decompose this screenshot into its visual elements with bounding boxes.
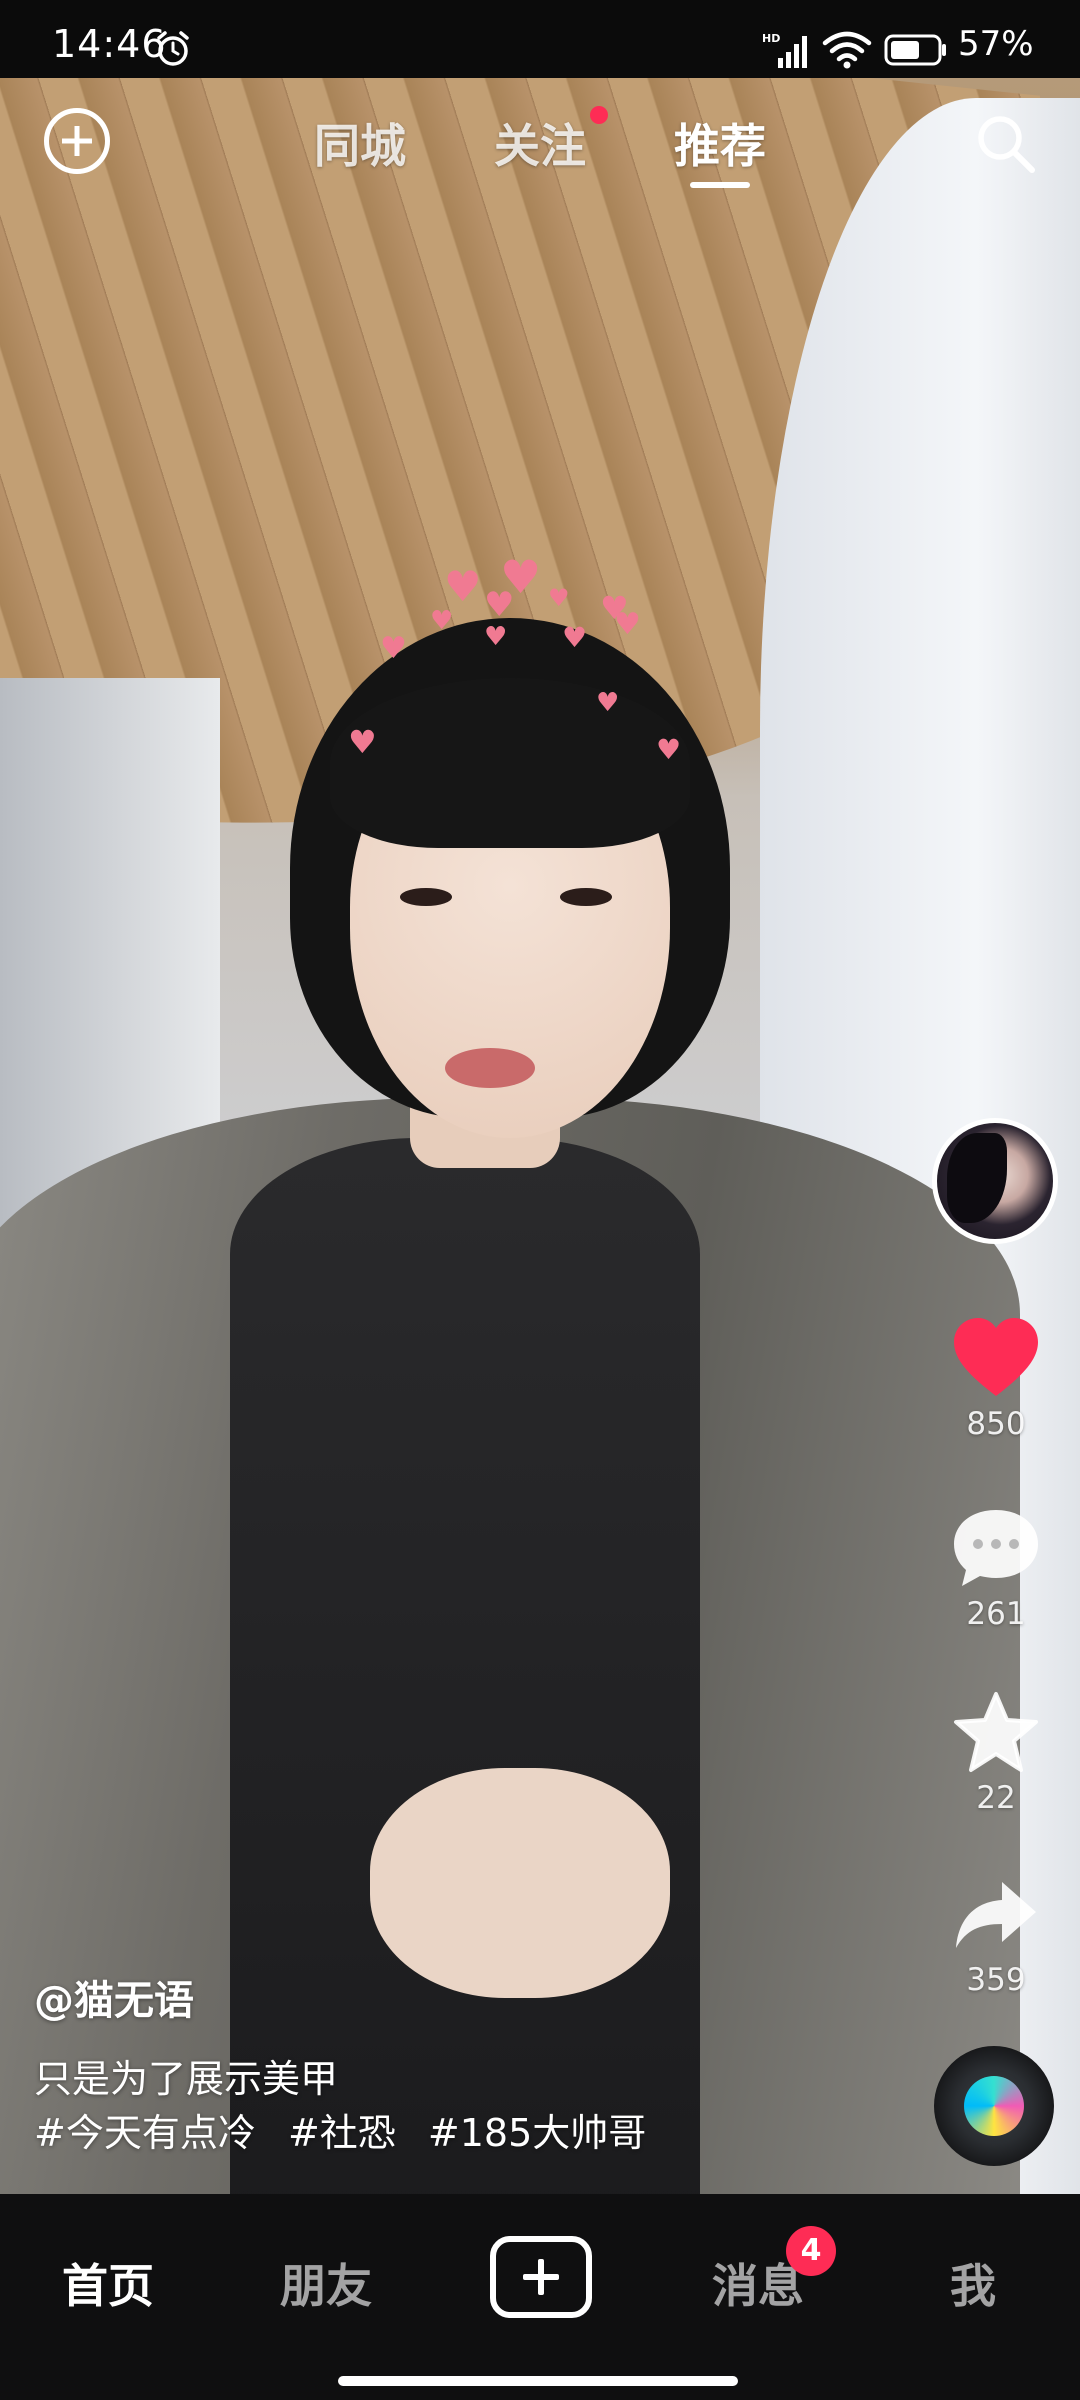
heart-filter-icon: ♥ [548,584,570,612]
video-person-bangs [330,678,690,848]
wifi-icon [822,31,872,69]
heart-filter-icon: ♥ [444,562,482,611]
heart-filter-icon: ♥ [596,688,620,718]
heart-icon [954,1318,1038,1396]
battery-icon [884,34,946,66]
tab-recommended[interactable]: 推荐 [674,110,766,176]
avatar-hair [947,1133,1007,1223]
share-count: 359 [966,1962,1026,1998]
svg-text:HD: HD [762,32,780,45]
heart-filter-icon: ♥ [484,622,508,652]
following-notification-dot [590,106,608,124]
add-live-button[interactable] [44,108,110,174]
video-description: 只是为了展示美甲 [34,2057,339,2101]
author-handle[interactable]: @猫无语 [34,1968,894,2026]
hashtag[interactable]: #185大帅哥 [428,2111,646,2155]
battery-percent: 57% [958,24,1034,64]
heart-filter-icon: ♥ [430,606,454,636]
share-arrow-icon [956,1882,1036,1948]
music-disc[interactable] [934,2046,1054,2166]
video-person-hand [370,1768,670,1998]
status-time: 14:46 [52,22,167,66]
comment-count: 261 [966,1596,1026,1632]
like-count: 850 [966,1406,1026,1442]
create-post-button[interactable] [490,2236,592,2318]
heart-filter-icon: ♥ [656,733,682,766]
star-icon [954,1692,1038,1772]
nav-friends[interactable]: 朋友 [280,2250,372,2316]
video-person-eye [400,888,452,906]
messages-badge: 4 [786,2226,836,2276]
video-person-lips [445,1048,535,1088]
favorite-button[interactable]: 22 [940,1690,1052,1816]
search-icon[interactable] [972,110,1038,176]
hashtag[interactable]: #社恐 [288,2111,396,2155]
like-button[interactable]: 850 [940,1316,1052,1442]
alarm-icon [157,31,189,66]
tab-local[interactable]: 同城 [314,110,406,176]
nav-home[interactable]: 首页 [62,2250,154,2316]
author-avatar[interactable] [932,1118,1058,1244]
signal-hd-icon: HD [762,32,807,68]
app-screen: 14:46 HD 57% ♥ ♥ ♥ ♥ ♥ ♥ ♥ ♥ ♥ ♥ ♥ ♥ ♥ 同… [0,0,1080,2400]
music-cover-icon [964,2076,1024,2136]
status-bar: 14:46 HD 57% [0,0,1080,78]
heart-filter-icon: ♥ [562,621,588,654]
heart-filter-icon: ♥ [614,607,641,642]
top-bar: 同城 关注 推荐 [0,90,1080,200]
heart-filter-icon: ♥ [380,631,407,666]
heart-filter-icon: ♥ [484,585,515,625]
tab-following[interactable]: 关注 [494,110,586,176]
favorite-count: 22 [976,1780,1016,1816]
video-player[interactable]: ♥ ♥ ♥ ♥ ♥ ♥ ♥ ♥ ♥ ♥ ♥ ♥ ♥ [0,78,1080,2194]
heart-filter-icon: ♥ [348,723,377,761]
video-caption: @猫无语 只是为了展示美甲 #今天有点冷 #社恐 #185大帅哥 [34,1968,894,2160]
video-person-eye [560,888,612,906]
hashtag[interactable]: #今天有点冷 [34,2111,256,2155]
home-indicator[interactable] [338,2376,738,2386]
active-tab-indicator [690,182,750,188]
bottom-nav: 首页 朋友 消息 4 我 [0,2194,1080,2400]
comment-button[interactable]: 261 [940,1506,1052,1632]
comment-icon [954,1510,1038,1586]
hashtag-list: #今天有点冷 #社恐 #185大帅哥 [34,2106,894,2160]
nav-profile[interactable]: 我 [950,2250,996,2316]
share-button[interactable]: 359 [940,1876,1052,1998]
